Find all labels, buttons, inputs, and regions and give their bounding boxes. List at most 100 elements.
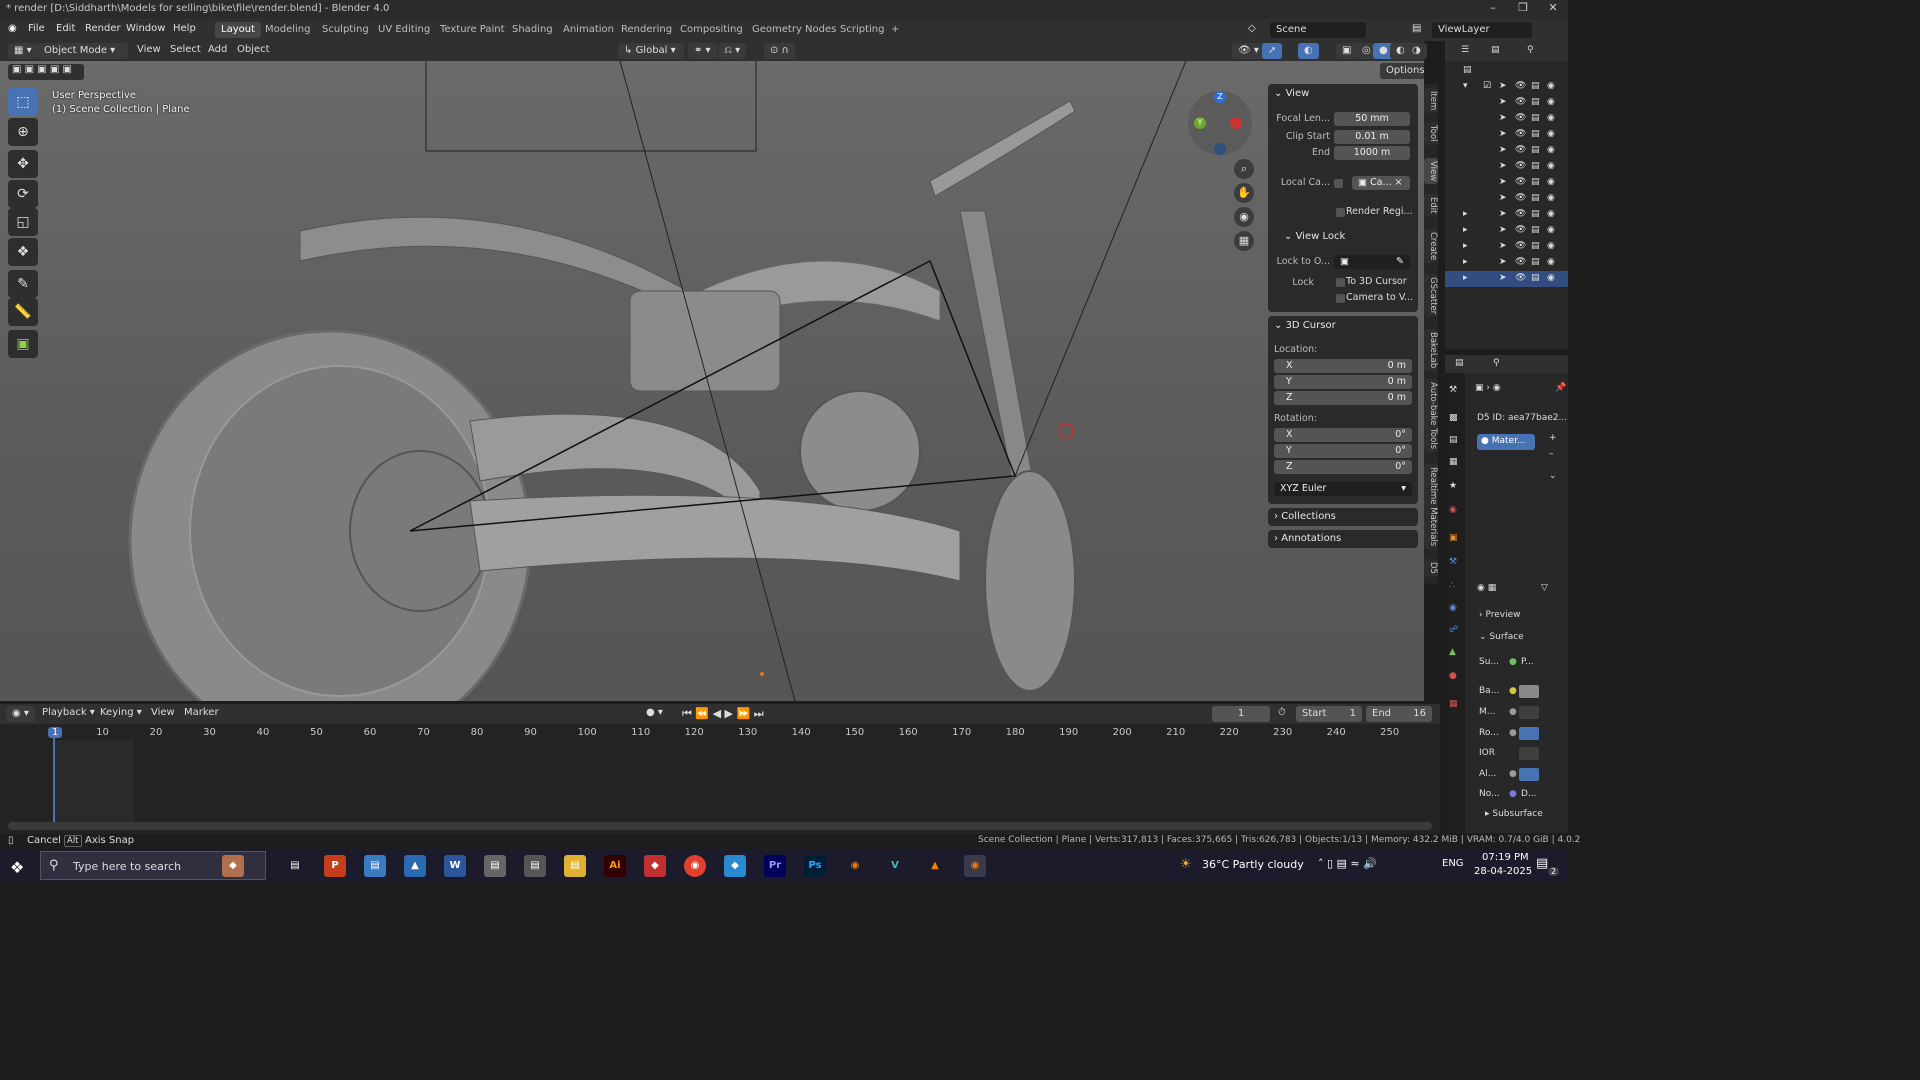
timeline-view-menu[interactable]: View: [151, 707, 175, 718]
current-frame-marker[interactable]: 1: [48, 727, 63, 738]
focal-length-field[interactable]: 50 mm: [1334, 112, 1410, 126]
windows-start-icon[interactable]: ❖: [10, 858, 24, 877]
language-indicator[interactable]: ENG: [1442, 858, 1464, 869]
clock-time[interactable]: 07:19 PM: [1482, 852, 1529, 863]
outliner-row[interactable]: ▸ ➤ 👁 ▤ ◉: [1445, 207, 1568, 223]
local-camera-field[interactable]: ▣ Ca... ×: [1352, 176, 1410, 190]
select-box-icon[interactable]: ⬚: [8, 88, 38, 116]
cursor-location-y[interactable]: Y0 m: [1274, 375, 1412, 389]
tab-realtime-materials[interactable]: Realtime Materials: [1424, 464, 1438, 550]
scene-icon[interactable]: ◇: [1248, 23, 1256, 34]
render-region-checkbox[interactable]: [1336, 208, 1345, 217]
surface-shader-value[interactable]: P...: [1521, 657, 1534, 667]
outliner-row[interactable]: ➤ 👁 ▤ ◉: [1445, 159, 1568, 175]
view-layer-properties-icon[interactable]: ▦: [1449, 457, 1458, 467]
taskbar-app-v-icon[interactable]: V: [884, 855, 906, 877]
collections-header[interactable]: › Collections: [1274, 511, 1336, 522]
tab-gscatter[interactable]: GScatter: [1424, 274, 1438, 318]
cursor-tool-icon[interactable]: ⊕: [8, 118, 38, 146]
playback-controls[interactable]: ⏮ ⏪ ◀ ▶ ⏩ ⏭: [682, 707, 764, 721]
word-icon[interactable]: W: [444, 855, 466, 877]
output-properties-icon[interactable]: ▤: [1449, 435, 1458, 445]
3d-viewport[interactable]: User Perspective (1) Scene Collection | …: [0, 61, 1424, 701]
object-properties-icon[interactable]: ▣: [1449, 533, 1458, 543]
outliner-display-mode-icon[interactable]: ▤: [1491, 45, 1500, 55]
tab-tool[interactable]: Tool: [1424, 122, 1438, 145]
gizmo-toggle-icon[interactable]: ➚: [1262, 43, 1283, 59]
illustrator-icon[interactable]: Ai: [604, 855, 626, 877]
cursor-location-z[interactable]: Z0 m: [1274, 391, 1412, 405]
mode-selector[interactable]: Object Mode ▾: [38, 43, 128, 59]
menu-help[interactable]: Help: [173, 23, 196, 34]
microsoft-365-icon[interactable]: ◆: [724, 855, 746, 877]
remove-slot-icon[interactable]: –: [1549, 449, 1554, 459]
taskbar-app-gift-icon[interactable]: ◆: [222, 855, 244, 877]
properties-search-icon[interactable]: ⚲: [1493, 358, 1500, 368]
annotations-panel[interactable]: › Annotations: [1268, 530, 1418, 548]
base-color-swatch[interactable]: [1519, 685, 1539, 698]
tab-view[interactable]: View: [1424, 158, 1438, 185]
slot-menu-icon[interactable]: ⌄: [1549, 471, 1557, 481]
preview-range-icon[interactable]: ⏱: [1278, 707, 1286, 718]
select-mode-buttons[interactable]: ▣ ▣ ▣ ▣ ▣: [8, 64, 84, 80]
preview-header[interactable]: › Preview: [1479, 610, 1521, 620]
tab-auto-bake-tools[interactable]: Auto-bake Tools: [1424, 379, 1438, 453]
collections-panel[interactable]: › Collections: [1268, 508, 1418, 526]
taskbar-app-icon[interactable]: ▤: [524, 855, 546, 877]
camera-to-view-checkbox[interactable]: [1336, 294, 1345, 303]
measure-icon[interactable]: 📏: [8, 298, 38, 326]
view-layer-icon[interactable]: ▤: [1412, 23, 1421, 34]
vlc-icon[interactable]: ▲: [924, 855, 946, 877]
particles-properties-icon[interactable]: ∴: [1449, 581, 1455, 591]
scene-properties-icon[interactable]: ★: [1449, 481, 1457, 491]
gizmo-x-axis[interactable]: [1230, 117, 1242, 129]
data-properties-icon[interactable]: ▲: [1449, 647, 1456, 657]
lock-to-object-field[interactable]: ▣ ✎: [1334, 255, 1410, 269]
menu-edit[interactable]: Edit: [56, 23, 75, 34]
tab-rendering[interactable]: Rendering: [615, 22, 678, 38]
texture-properties-icon[interactable]: ▦: [1449, 699, 1458, 709]
clock-date[interactable]: 28-04-2025: [1474, 866, 1532, 877]
tab-geometry-nodes[interactable]: Geometry Nodes: [746, 22, 842, 38]
tab-create[interactable]: Create: [1424, 229, 1438, 264]
outliner-editor-icon[interactable]: ☰: [1461, 45, 1469, 55]
add-cube-icon[interactable]: ▣: [8, 330, 38, 358]
tab-edit[interactable]: Edit: [1424, 194, 1438, 217]
premiere-icon[interactable]: Pr: [764, 855, 786, 877]
tab-d5[interactable]: D5: [1424, 559, 1438, 577]
tab-compositing[interactable]: Compositing: [674, 22, 749, 38]
taskbar-app-icon[interactable]: ▤: [484, 855, 506, 877]
gizmo-y-axis[interactable]: Y: [1194, 117, 1206, 129]
viewport-menu-add[interactable]: Add: [208, 44, 227, 55]
view-layer-selector[interactable]: ViewLayer: [1432, 22, 1532, 38]
proportional-edit-icon[interactable]: ⊙ ∩: [764, 43, 795, 59]
add-slot-icon[interactable]: +: [1549, 433, 1557, 443]
outliner-row[interactable]: ➤ 👁 ▤ ◉: [1445, 127, 1568, 143]
viewport-menu-select[interactable]: Select: [170, 44, 201, 55]
snap-icon[interactable]: ⎌ ▾: [718, 43, 747, 59]
gizmo-neg-z-axis[interactable]: [1214, 143, 1226, 155]
material-slot[interactable]: ● Mater...: [1477, 434, 1535, 450]
outliner-row[interactable]: ➤ 👁 ▤ ◉: [1445, 191, 1568, 207]
outliner-row[interactable]: ➤ 👁 ▤ ◉: [1445, 143, 1568, 159]
outliner-row[interactable]: ▸ ➤ 👁 ▤ ◉: [1445, 239, 1568, 255]
visibility-icon[interactable]: 👁 ▾: [1232, 43, 1265, 59]
world-properties-icon[interactable]: ◉: [1449, 505, 1457, 515]
tab-shading[interactable]: Shading: [506, 22, 559, 38]
blender-active-taskbar-icon[interactable]: ◉: [964, 855, 986, 877]
outliner-row[interactable]: ▸ ➤ 👁 ▤ ◉: [1445, 255, 1568, 271]
clip-start-field[interactable]: 0.01 m: [1334, 130, 1410, 144]
roughness-field[interactable]: [1519, 727, 1539, 740]
marker-menu[interactable]: Marker: [184, 707, 219, 718]
blender-logo-icon[interactable]: ◉: [8, 23, 17, 34]
gizmo-z-axis[interactable]: Z: [1214, 91, 1226, 103]
local-camera-checkbox[interactable]: [1334, 179, 1343, 188]
outliner-row[interactable]: ▸ ➤ 👁 ▤ ◉: [1445, 223, 1568, 239]
outliner-search-icon[interactable]: ⚲: [1527, 45, 1534, 55]
taskbar-app-icon[interactable]: ◆: [644, 855, 666, 877]
system-tray-icons[interactable]: ˄ ▯ ▤ ≈ 🔊: [1318, 857, 1377, 870]
overlays-icon[interactable]: ◐: [1298, 43, 1319, 59]
scale-icon[interactable]: ◱: [8, 208, 38, 236]
physics-properties-icon[interactable]: ◉: [1449, 603, 1457, 613]
notification-icon[interactable]: ▤: [1536, 856, 1548, 871]
